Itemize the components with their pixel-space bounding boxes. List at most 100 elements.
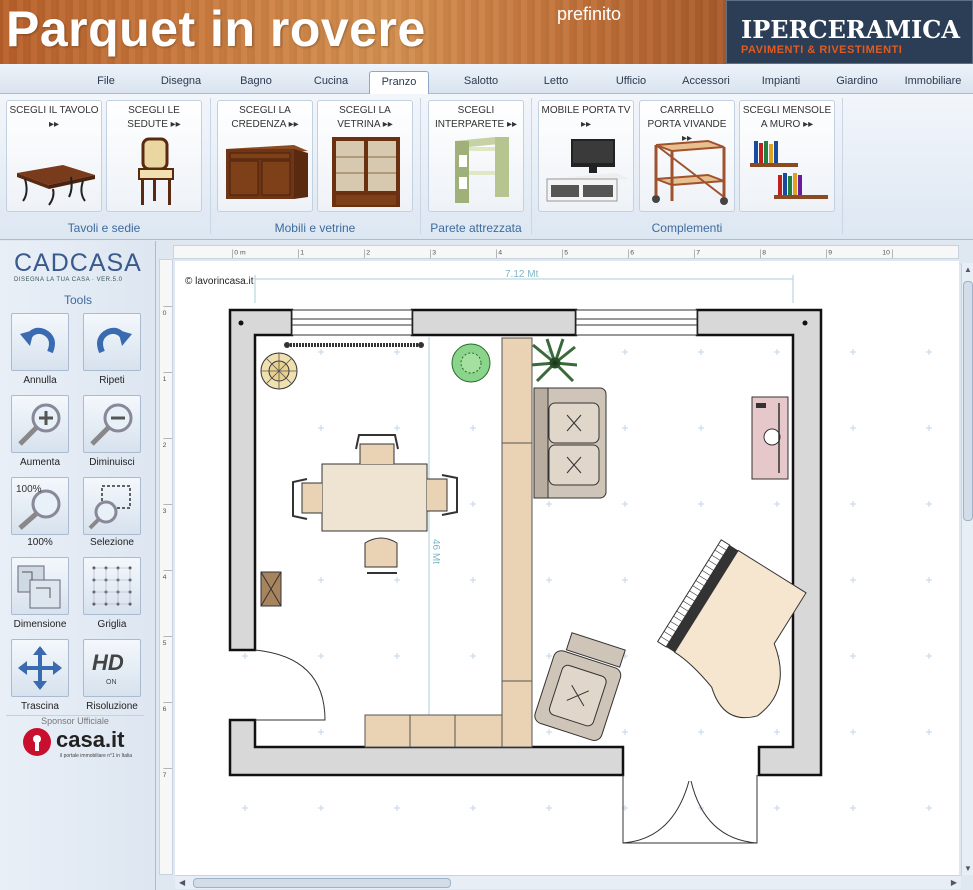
menu-tabs: File Disegna Bagno Cucina Pranzo Salotto… [0,64,973,94]
sofa[interactable] [533,387,607,499]
dimension-button[interactable] [11,557,69,615]
ruler-label: 5 [163,640,167,647]
wall-shelves-button[interactable]: SCEGLI MENSOLE A MURO ▸▸ [739,100,835,212]
button-label: SCEGLI LA VETRINA ▸▸ [337,105,393,130]
curtain[interactable] [284,342,424,348]
cabinet-small[interactable] [260,571,282,607]
horizontal-scrollbar[interactable]: ◀ ▶ [175,875,961,889]
banner-title: Parquet in rovere [6,1,426,57]
tab-pranzo[interactable]: Pranzo [369,71,429,94]
tv-stand-button[interactable]: MOBILE PORTA TV ▸▸ [538,100,634,212]
zoom-100-button[interactable]: 100% [11,477,69,535]
ruler-label: 4 [163,574,167,581]
food-trolley-button[interactable]: CARRELLO PORTA VIVANDE ▸▸ [639,100,735,212]
logo-subtitle: DISEGNA LA TUA CASA · VER.5.0 [14,277,123,283]
grid-icon [92,566,132,606]
scroll-up-arrow[interactable]: ▲ [964,265,972,274]
ruler-label: 7 [696,250,700,257]
ruler-label: 3 [432,250,436,257]
brand-name: IPERCERAMICA [741,15,960,44]
tab-impianti[interactable]: Impianti [752,71,810,93]
zoom-in-button[interactable] [11,395,69,453]
dimension-icon [17,565,61,609]
sideboard-icon [226,145,308,199]
zoom-100-icon: 100% [16,484,61,530]
group-furniture-vitrines: Mobili e vetrine [274,221,356,235]
tool-label: Annulla [23,375,57,386]
sponsor-tagline: il portale immobiliare n°1 in Italia [60,753,133,759]
ad-banner[interactable]: Parquet in rovere prefinito IPERCERAMICA… [0,0,973,64]
selection-icon [88,485,131,530]
tool-label: Ripeti [99,375,125,386]
choose-seats-button[interactable]: SCEGLI LE SEDUTE ▸▸ [106,100,202,212]
dining-table[interactable] [321,463,428,532]
brand-logo[interactable]: IPERCERAMICA PAVIMENTI & RIVESTIMENTI [726,0,973,64]
tab-letto[interactable]: Letto [530,71,582,93]
plant-palm[interactable] [530,338,578,383]
tab-file[interactable]: File [82,71,130,93]
ruler-label: 2 [163,442,167,449]
sponsor-name: casa.it [56,727,125,752]
ruler-label: 6 [630,250,634,257]
tab-ufficio[interactable]: Ufficio [604,71,658,93]
brand-tagline: PAVIMENTI & RIVESTIMENTI [741,44,903,56]
sideboard[interactable] [364,714,503,748]
scroll-down-arrow[interactable]: ▼ [964,864,972,873]
sponsor-label: Sponsor Ufficiale [6,715,144,726]
tab-accessori[interactable]: Accessori [675,71,737,93]
ribbon-separator [420,98,421,234]
svg-text:HD: HD [92,650,124,675]
bookcase[interactable] [501,337,533,748]
zoom-out-icon [90,403,133,446]
tool-label: Risoluzione [86,701,138,712]
zoom-in-icon [18,403,61,446]
armchair[interactable] [533,630,629,743]
choose-vitrine-button[interactable]: SCEGLI LA VETRINA ▸▸ [317,100,413,212]
selection-button[interactable] [83,477,141,535]
sponsor-logo[interactable]: casa.it il portale immobiliare n°1 in It… [22,727,142,761]
plant-round[interactable] [451,343,491,383]
move-button[interactable] [11,639,69,697]
tab-immobiliare[interactable]: Immobiliare [895,71,971,93]
floor-plan[interactable]: © lavorincasa.it 7.12 Mt 46 Mt [175,261,959,875]
vertical-scroll-thumb[interactable] [963,281,973,521]
hd-icon: HD ON [92,650,124,686]
tab-bagno[interactable]: Bagno [230,71,282,93]
tool-label: Selezione [90,537,134,548]
resolution-button[interactable]: HD ON [83,639,141,697]
cadcasa-app: Parquet in rovere prefinito IPERCERAMICA… [0,0,973,890]
group-wall-unit: Parete attrezzata [430,221,522,235]
choose-table-button[interactable]: SCEGLI IL TAVOLO ▸▸ [6,100,102,212]
tab-giardino[interactable]: Giardino [828,71,886,93]
tools-panel: CADCASA DISEGNA LA TUA CASA · VER.5.0 To… [0,241,156,890]
table-icon [17,165,95,206]
choose-wall-unit-button[interactable]: SCEGLI INTERPARETE ▸▸ [428,100,524,212]
horizontal-scroll-thumb[interactable] [193,878,451,888]
undo-button[interactable] [11,313,69,371]
group-accessories: Complementi [651,221,723,235]
tab-salotto[interactable]: Salotto [452,71,510,93]
button-label: SCEGLI LE SEDUTE ▸▸ [127,105,181,130]
undo-icon [20,327,55,354]
ribbon-separator [210,98,211,234]
zoom-out-button[interactable] [83,395,141,453]
choose-sideboard-button[interactable]: SCEGLI LA CREDENZA ▸▸ [217,100,313,212]
grid-button[interactable] [83,557,141,615]
cadcasa-logo: CADCASA [14,249,142,277]
floor-lamp[interactable] [260,352,298,390]
redo-button[interactable] [83,313,141,371]
scroll-left-arrow[interactable]: ◀ [179,878,185,887]
tool-label: Aumenta [19,457,61,468]
tools-title: Tools [63,293,92,307]
tab-disegna[interactable]: Disegna [152,71,210,93]
ruler-label: 10 [882,250,890,257]
group-tables-chairs: Tavoli e sedie [67,221,141,235]
height-dimension-label: 46 Mt [430,539,441,564]
ruler-label: 0 [163,310,167,317]
button-label: SCEGLI IL TAVOLO ▸▸ [9,105,99,130]
scroll-right-arrow[interactable]: ▶ [951,878,957,887]
ruler-label: 7 [163,772,167,779]
appliance[interactable] [751,396,789,480]
tab-cucina[interactable]: Cucina [304,71,358,93]
vertical-scrollbar[interactable]: ▲ ▼ [961,263,973,875]
